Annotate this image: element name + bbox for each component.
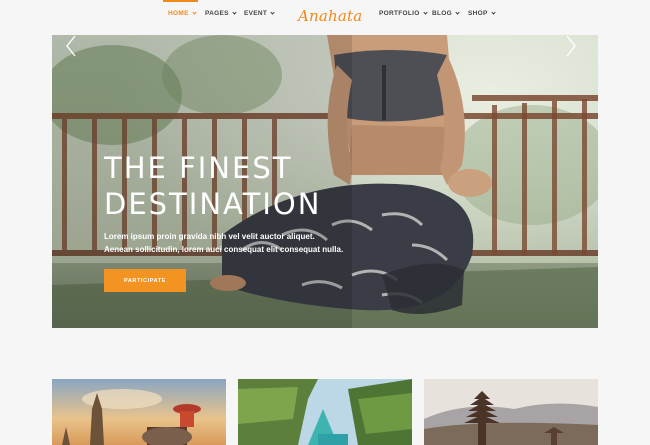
hero-title: THE FINEST DESTINATION: [104, 150, 321, 222]
card-image: [52, 379, 226, 445]
nav-item-label: EVENT: [244, 10, 268, 17]
nav-item-home[interactable]: HOME: [168, 10, 197, 17]
hero-subtitle-line: Aenean sollicitudin, lorem auci consequa…: [104, 245, 344, 254]
chevron-down-icon: [455, 10, 460, 15]
nav-item-event[interactable]: EVENT: [244, 10, 275, 17]
nav-item-label: BLOG: [432, 10, 452, 17]
chevron-down-icon: [192, 10, 197, 15]
nav-item-label: PAGES: [205, 10, 229, 17]
chevron-down-icon: [232, 10, 237, 15]
nav-item-label: HOME: [168, 10, 189, 17]
nav-item-portfolio[interactable]: PORTFOLIO: [379, 10, 428, 17]
hero-slider: THE FINEST DESTINATION Lorem ipsum proin…: [52, 35, 598, 328]
chevron-down-icon: [423, 10, 428, 15]
destination-card-pagoda[interactable]: [424, 379, 598, 445]
hero-title-line: DESTINATION: [104, 187, 322, 221]
chevron-left-icon[interactable]: [66, 35, 76, 57]
participate-button[interactable]: PARTICIPATE: [104, 269, 186, 292]
destination-card-lagoon[interactable]: [238, 379, 412, 445]
hero-subtitle: Lorem ipsum proin gravida nibh vel velit…: [104, 230, 364, 256]
chevron-right-icon[interactable]: [566, 35, 576, 57]
nav-item-shop[interactable]: SHOP: [468, 10, 496, 17]
top-navigation: HOME PAGES EVENT Anahata PORTFOLIO BLOG …: [0, 0, 650, 35]
card-image: [424, 379, 598, 445]
nav-item-pages[interactable]: PAGES: [205, 10, 237, 17]
chevron-down-icon: [270, 10, 275, 15]
nav-item-blog[interactable]: BLOG: [432, 10, 460, 17]
hero-subtitle-line: Lorem ipsum proin gravida nibh vel velit…: [104, 232, 315, 241]
site-logo[interactable]: Anahata: [298, 7, 362, 25]
chevron-down-icon: [491, 10, 496, 15]
nav-item-label: SHOP: [468, 10, 488, 17]
active-indicator: [163, 0, 198, 2]
card-image: [238, 379, 412, 445]
destination-card-temple[interactable]: [52, 379, 226, 445]
nav-item-label: PORTFOLIO: [379, 10, 420, 17]
hero-title-line: THE FINEST: [104, 151, 293, 185]
